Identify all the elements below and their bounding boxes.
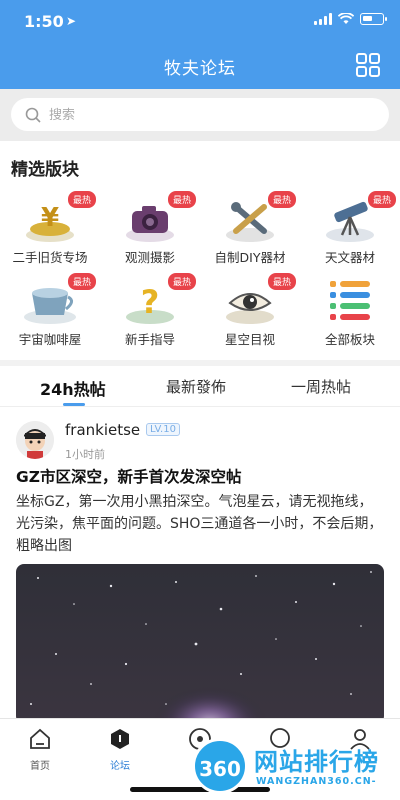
hot-badge: 最热 (267, 191, 296, 208)
list-icon (330, 281, 370, 320)
page-title: 牧夫论坛 (164, 59, 236, 79)
nav-label: 论坛 (110, 761, 130, 772)
category-label: 全部板块 (324, 332, 375, 347)
category-diy[interactable]: 最热 自制DIY器材 (200, 191, 300, 266)
avatar[interactable] (16, 421, 54, 459)
watermark-logo: 360 (192, 738, 248, 794)
category-photography[interactable]: 最热 观测摄影 (100, 191, 200, 266)
post-tabs: 24h热帖 最新發佈 一周热帖 (0, 366, 400, 406)
category-all[interactable]: 全部板块 (300, 275, 400, 348)
post-card[interactable]: frankietse LV.10 1小时前 GZ市区深空，新手首次发深空帖 坐标… (0, 406, 400, 724)
nav-label: 首页 (30, 761, 50, 772)
top-bar: 1:50 ➤ 牧夫论坛 (0, 0, 400, 89)
search-input[interactable] (49, 107, 349, 122)
section-title: 精选版块 (11, 160, 79, 180)
status-indicators (314, 13, 387, 25)
forum-icon (111, 729, 129, 749)
category-equipment[interactable]: 最热 天文器材 (300, 191, 400, 266)
nav-home[interactable]: 首页 (10, 727, 70, 772)
level-badge: LV.10 (146, 423, 180, 436)
tab-latest[interactable]: 最新發佈 (166, 376, 226, 397)
category-label: 自制DIY器材 (214, 250, 286, 265)
svg-text:?: ? (141, 283, 160, 321)
watermark-domain: WANGZHAN360.CN- (256, 776, 377, 787)
cellular-signal-icon (314, 13, 332, 25)
post-time: 1小时前 (65, 448, 105, 461)
category-label: 星空目视 (224, 332, 275, 347)
search-area (0, 89, 400, 141)
category-label: 观测摄影 (124, 250, 175, 265)
search-bar[interactable] (11, 98, 389, 131)
hot-badge: 最热 (267, 273, 296, 290)
tab-week-hot[interactable]: 一周热帖 (291, 376, 351, 397)
hot-badge: 最热 (167, 191, 196, 208)
category-label: 宇宙咖啡屋 (18, 332, 82, 347)
location-arrow-icon: ➤ (66, 14, 77, 28)
avatar-cartoon-icon (16, 421, 54, 459)
wifi-icon (338, 13, 354, 24)
status-time: 1:50 (24, 12, 64, 31)
grid-icon[interactable] (356, 53, 380, 77)
search-icon (25, 107, 41, 123)
category-label: 天文器材 (324, 250, 375, 265)
hot-badge: 最热 (67, 191, 96, 208)
category-label: 二手旧货专场 (12, 250, 88, 265)
tab-24h-hot[interactable]: 24h热帖 (40, 376, 106, 400)
category-beginner[interactable]: ? 最热 新手指导 (100, 273, 200, 348)
watermark-text: 网站排行榜 (254, 748, 379, 776)
category-stargazing[interactable]: 最热 星空目视 (200, 273, 300, 348)
watermark: 360 网站排行榜 WANGZHAN360.CN- (192, 738, 400, 794)
battery-icon (360, 13, 387, 25)
post-body: 坐标GZ，第一次用小黑拍深空。气泡星云，请无视拖线，光污染，焦平面的问题。SHO… (16, 494, 383, 554)
post-username[interactable]: frankietse (65, 421, 140, 439)
category-cafe[interactable]: 最热 宇宙咖啡屋 (0, 273, 100, 348)
category-label: 新手指导 (124, 332, 175, 347)
hot-badge: 最热 (167, 273, 196, 290)
hot-badge: 最热 (67, 273, 96, 290)
status-bar: 1:50 ➤ (0, 10, 400, 34)
post-title[interactable]: GZ市区深空，新手首次发深空帖 (16, 465, 241, 487)
post-image[interactable] (16, 564, 384, 724)
featured-section: 精选版块 ¥ 最热 二手旧货专场 最热 观测摄影 最热 自制DIY器材 最热 天… (0, 141, 400, 360)
home-icon (30, 728, 50, 749)
nav-forum[interactable]: 论坛 (90, 727, 150, 772)
svg-text:¥: ¥ (41, 203, 59, 233)
hot-badge: 最热 (367, 191, 396, 208)
nebula-photo (16, 564, 384, 724)
category-second-hand[interactable]: ¥ 最热 二手旧货专场 (0, 191, 100, 266)
